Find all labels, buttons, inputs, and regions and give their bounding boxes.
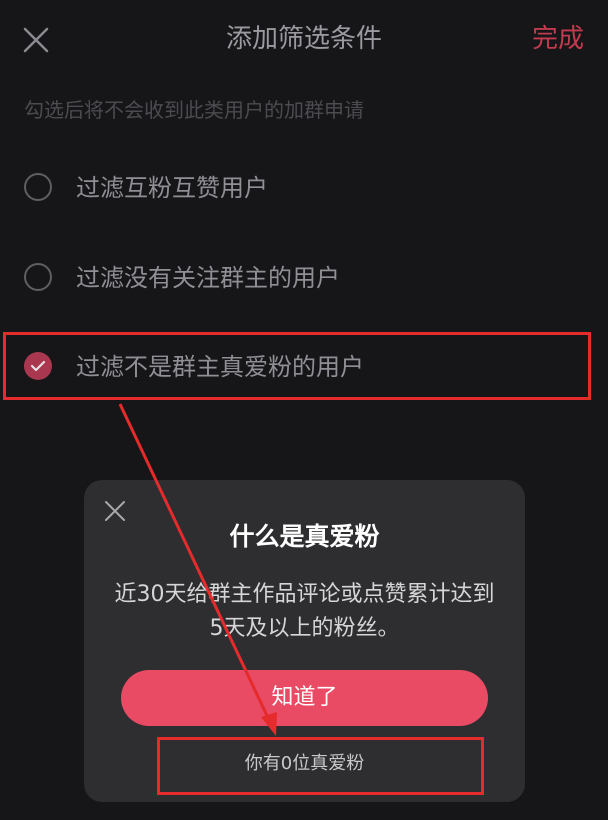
got-it-button[interactable]: 知道了 xyxy=(121,670,488,726)
dialog-title: 什么是真爱粉 xyxy=(229,522,380,551)
annotation-highlight-box xyxy=(157,737,484,795)
page-title: 添加筛选条件 xyxy=(225,24,382,54)
option-label: 过滤没有关注群主的用户 xyxy=(76,264,340,292)
done-button[interactable]: 完成 xyxy=(532,22,584,56)
header: 添加筛选条件 完成 xyxy=(0,0,608,78)
screen: 添加筛选条件 完成 勾选后将不会收到此类用户的加群申请 过滤互粉互赞用户 过滤没… xyxy=(0,0,608,820)
hint-text: 勾选后将不会收到此类用户的加群申请 xyxy=(24,98,364,122)
radio-unchecked-icon[interactable] xyxy=(24,263,52,291)
option-filter-not-following-owner[interactable]: 过滤没有关注群主的用户 xyxy=(0,244,608,314)
option-label: 过滤互粉互赞用户 xyxy=(76,174,268,202)
radio-unchecked-icon[interactable] xyxy=(24,173,52,201)
annotation-highlight-box xyxy=(3,332,591,400)
option-filter-mutual-fans[interactable]: 过滤互粉互赞用户 xyxy=(0,154,608,224)
dialog-description: 近30天给群主作品评论或点赞累计达到5天及以上的粉丝。 xyxy=(114,582,495,641)
